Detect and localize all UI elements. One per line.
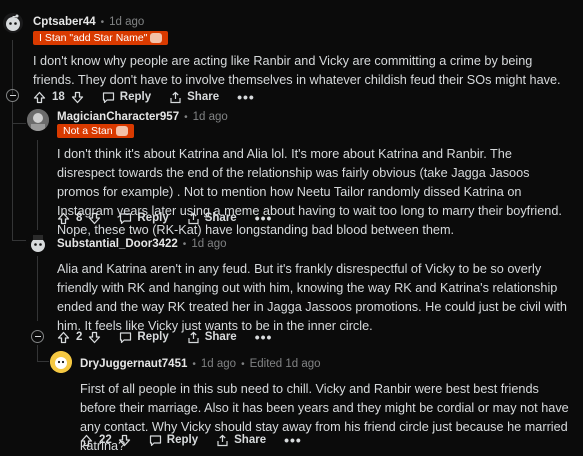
speech-bubble-icon (119, 331, 132, 344)
user-flair: I Stan "add Star Name" (33, 31, 169, 45)
avatar[interactable] (27, 232, 49, 254)
share-icon (187, 212, 200, 225)
arrow-up-icon[interactable] (57, 212, 70, 225)
timestamp[interactable]: 1d ago (193, 111, 228, 123)
thread-line (12, 40, 13, 94)
separator-dot: • (192, 358, 196, 370)
arrow-down-icon[interactable] (88, 331, 101, 344)
thread-line (12, 240, 26, 241)
arrow-up-icon[interactable] (80, 434, 93, 447)
comment-actions: 2 Reply Share ••• (57, 329, 272, 345)
reply-button[interactable]: Reply (119, 331, 169, 344)
username[interactable]: Substantial_Door3422 (57, 238, 178, 250)
comment-body: Alia and Katrina aren't in any feud. But… (57, 262, 567, 333)
thread-line (37, 345, 38, 361)
reply-button[interactable]: Reply (102, 91, 151, 104)
user-flair: Not a Stan (57, 124, 134, 138)
comment-body: I don't know why people are acting like … (33, 54, 561, 87)
vote-count: 2 (76, 331, 83, 343)
speech-bubble-icon (119, 212, 132, 225)
comment-actions: 18 Reply Share ••• (33, 89, 255, 105)
share-icon (216, 434, 229, 447)
share-button[interactable]: Share (169, 91, 219, 104)
more-options-button[interactable]: ••• (284, 432, 302, 448)
username[interactable]: DryJuggernaut7451 (80, 358, 187, 370)
timestamp[interactable]: 1d ago (201, 358, 236, 370)
comment-actions: 8 Reply Share ••• (57, 210, 272, 226)
timestamp[interactable]: 1d ago (191, 238, 226, 250)
share-button[interactable]: Share (187, 212, 237, 225)
arrow-down-icon[interactable] (118, 434, 131, 447)
thread-line (37, 256, 38, 321)
vote-count: 8 (76, 212, 83, 224)
separator-dot: • (182, 238, 187, 250)
thread-line (12, 102, 13, 240)
flair-emoji-icon (115, 126, 128, 136)
speech-bubble-icon (149, 434, 162, 447)
share-button[interactable]: Share (216, 434, 266, 447)
share-button[interactable]: Share (187, 331, 237, 344)
more-options-button[interactable]: ••• (237, 89, 255, 105)
arrow-up-icon[interactable] (57, 331, 70, 344)
arrow-down-icon[interactable] (71, 91, 84, 104)
separator-dot: • (184, 111, 188, 123)
arrow-down-icon[interactable] (88, 212, 101, 225)
reply-button[interactable]: Reply (149, 434, 198, 447)
collapse-thread-button[interactable] (6, 89, 19, 102)
avatar[interactable] (27, 109, 49, 131)
more-options-button[interactable]: ••• (255, 210, 273, 226)
thread-line (12, 123, 26, 124)
vote-count: 18 (52, 91, 65, 103)
comment-actions: 22 Reply Share ••• (80, 432, 302, 448)
separator-dot: • (241, 358, 245, 370)
username[interactable]: MagicianCharacter957 (57, 111, 179, 123)
reply-button[interactable]: Reply (119, 212, 169, 225)
separator-dot: • (100, 16, 105, 28)
edited-label: Edited 1d ago (249, 358, 321, 370)
avatar[interactable] (50, 351, 72, 373)
thread-line (37, 361, 49, 362)
avatar[interactable] (3, 13, 23, 33)
username[interactable]: Cptsaber44 (33, 16, 96, 28)
collapse-thread-button[interactable] (31, 330, 44, 343)
more-options-button[interactable]: ••• (255, 329, 273, 345)
timestamp[interactable]: 1d ago (109, 16, 144, 28)
share-icon (187, 331, 200, 344)
minus-circle-icon (9, 95, 16, 96)
speech-bubble-icon (102, 91, 115, 104)
vote-count: 22 (99, 434, 112, 446)
share-icon (169, 91, 182, 104)
flair-emoji-icon (150, 33, 163, 43)
thread-line (37, 140, 38, 230)
minus-circle-icon (34, 336, 41, 337)
arrow-up-icon[interactable] (33, 91, 46, 104)
